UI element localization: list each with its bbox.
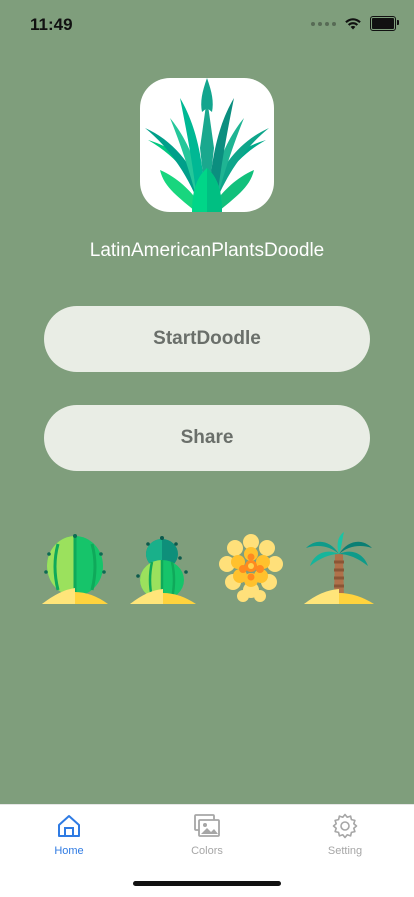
battery-icon	[370, 16, 399, 31]
tab-setting[interactable]: Setting	[295, 813, 395, 857]
cellular-signal-icon	[311, 21, 336, 26]
tab-home[interactable]: Home	[19, 813, 119, 857]
yellow-flower-icon	[219, 534, 283, 602]
app-logo-agave-icon	[140, 78, 274, 212]
tab-setting-label: Setting	[327, 845, 363, 857]
share-button[interactable]: Share	[44, 405, 370, 471]
status-bar: 11:49	[0, 0, 414, 48]
tab-colors[interactable]: Colors	[157, 813, 257, 857]
status-indicators	[311, 16, 399, 31]
home-indicator	[133, 881, 281, 886]
tab-home-label: Home	[54, 845, 84, 857]
start-doodle-button[interactable]: StartDoodle	[44, 306, 370, 372]
home-icon	[58, 815, 80, 837]
status-time: 11:49	[30, 15, 73, 34]
wifi-icon	[345, 18, 361, 30]
plant-icons-row	[0, 532, 414, 608]
app-title: LatinAmericanPlantsDoodle	[89, 240, 325, 261]
photos-icon	[194, 814, 220, 837]
round-cactus-icon	[42, 534, 108, 604]
stacked-cactus-icon	[130, 536, 196, 604]
tab-colors-label: Colors	[191, 845, 223, 857]
palm-tree-icon	[304, 532, 374, 604]
gear-icon	[332, 813, 358, 839]
